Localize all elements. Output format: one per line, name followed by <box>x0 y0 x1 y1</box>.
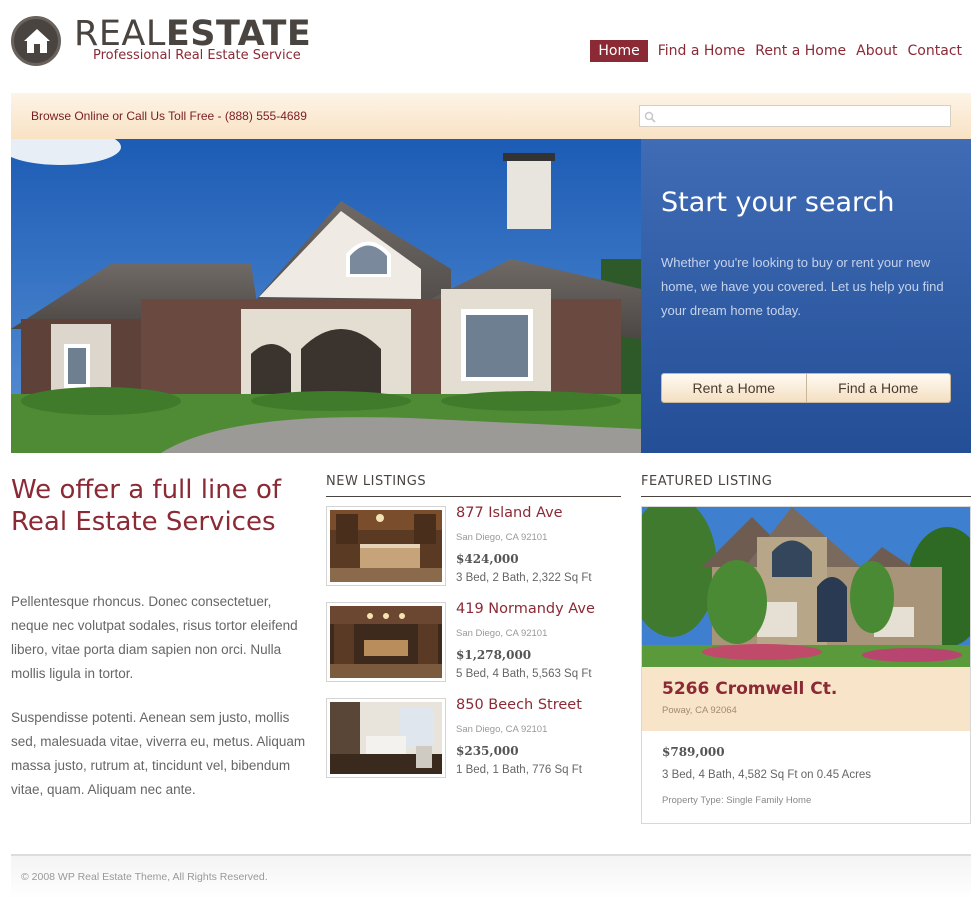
listing-specs: 1 Bed, 1 Bath, 776 Sq Ft <box>456 764 582 776</box>
nav-item-about[interactable]: About <box>856 40 897 62</box>
featured-listing-specs: 3 Bed, 4 Bath, 4,582 Sq Ft on 0.45 Acres <box>662 769 872 781</box>
hero-text: Whether you're looking to buy or rent yo… <box>661 255 944 318</box>
site-tagline: Professional Real Estate Service <box>93 48 301 63</box>
logo-house-icon[interactable] <box>11 16 61 66</box>
toll-free-text: Browse Online or Call Us Toll Free - (88… <box>31 109 307 123</box>
hero-heading: Start your search <box>661 187 895 218</box>
listing-item[interactable]: 877 Island Ave San Diego, CA 92101 $424,… <box>326 505 621 590</box>
copyright-text: © 2008 WP Real Estate Theme, All Rights … <box>21 871 268 883</box>
search-box[interactable] <box>639 105 951 127</box>
browse-bar: Browse Online or Call Us Toll Free - (88… <box>11 93 971 139</box>
listing-specs: 3 Bed, 2 Bath, 2,322 Sq Ft <box>456 572 592 584</box>
hero-button-group: Rent a Home Find a Home <box>661 373 951 403</box>
featured-title-band: 5266 Cromwell Ct. Poway, CA 92064 <box>642 667 970 731</box>
nav-item-contact[interactable]: Contact <box>908 40 962 62</box>
featured-listing-card[interactable]: 5266 Cromwell Ct. Poway, CA 92064 $789,0… <box>641 506 971 824</box>
listing-location: San Diego, CA 92101 <box>456 532 548 543</box>
rent-a-home-button[interactable]: Rent a Home <box>662 374 806 402</box>
listing-location: San Diego, CA 92101 <box>456 724 548 735</box>
main-nav: Home Find a Home Rent a Home About Conta… <box>590 40 962 62</box>
nav-item-home[interactable]: Home <box>590 40 648 62</box>
featured-listing-location: Poway, CA 92064 <box>662 705 737 716</box>
intro-paragraph-2: Suspendisse potenti. Aenean sem justo, m… <box>11 710 306 797</box>
listing-location: San Diego, CA 92101 <box>456 628 548 639</box>
intro-paragraph-1: Pellentesque rhoncus. Donec consectetuer… <box>11 594 298 681</box>
listing-item[interactable]: 850 Beech Street San Diego, CA 92101 $23… <box>326 697 621 782</box>
hero-house-image <box>11 139 641 453</box>
hero-search-panel: Start your search Whether you're looking… <box>641 139 971 453</box>
featured-listing-title[interactable]: 5266 Cromwell Ct. <box>662 679 837 699</box>
services-heading: We offer a full line of Real Estate Serv… <box>11 475 282 537</box>
listing-price: $1,278,000 <box>456 648 532 662</box>
listing-item[interactable]: 419 Normandy Ave San Diego, CA 92101 $1,… <box>326 601 621 686</box>
listing-price: $424,000 <box>456 552 519 566</box>
listing-title[interactable]: 419 Normandy Ave <box>456 601 595 617</box>
new-listings-heading: NEW LISTINGS <box>326 474 621 497</box>
listing-specs: 5 Bed, 4 Bath, 5,563 Sq Ft <box>456 668 592 680</box>
listing-thumbnail[interactable] <box>326 698 446 778</box>
footer: © 2008 WP Real Estate Theme, All Rights … <box>11 854 971 900</box>
featured-listing-heading: FEATURED LISTING <box>641 474 971 497</box>
search-icon <box>644 109 657 128</box>
nav-item-find-a-home[interactable]: Find a Home <box>658 40 746 62</box>
listing-thumbnail[interactable] <box>326 602 446 682</box>
featured-listing-price: $789,000 <box>662 745 725 759</box>
featured-listing-photo[interactable] <box>642 507 970 667</box>
listing-title[interactable]: 877 Island Ave <box>456 505 563 521</box>
listing-price: $235,000 <box>456 744 519 758</box>
search-input[interactable] <box>660 108 944 124</box>
nav-item-rent-a-home[interactable]: Rent a Home <box>755 40 846 62</box>
featured-property-type: Property Type: Single Family Home <box>662 795 812 806</box>
listing-thumbnail[interactable] <box>326 506 446 586</box>
find-a-home-button[interactable]: Find a Home <box>805 374 950 402</box>
listing-title[interactable]: 850 Beech Street <box>456 697 582 713</box>
